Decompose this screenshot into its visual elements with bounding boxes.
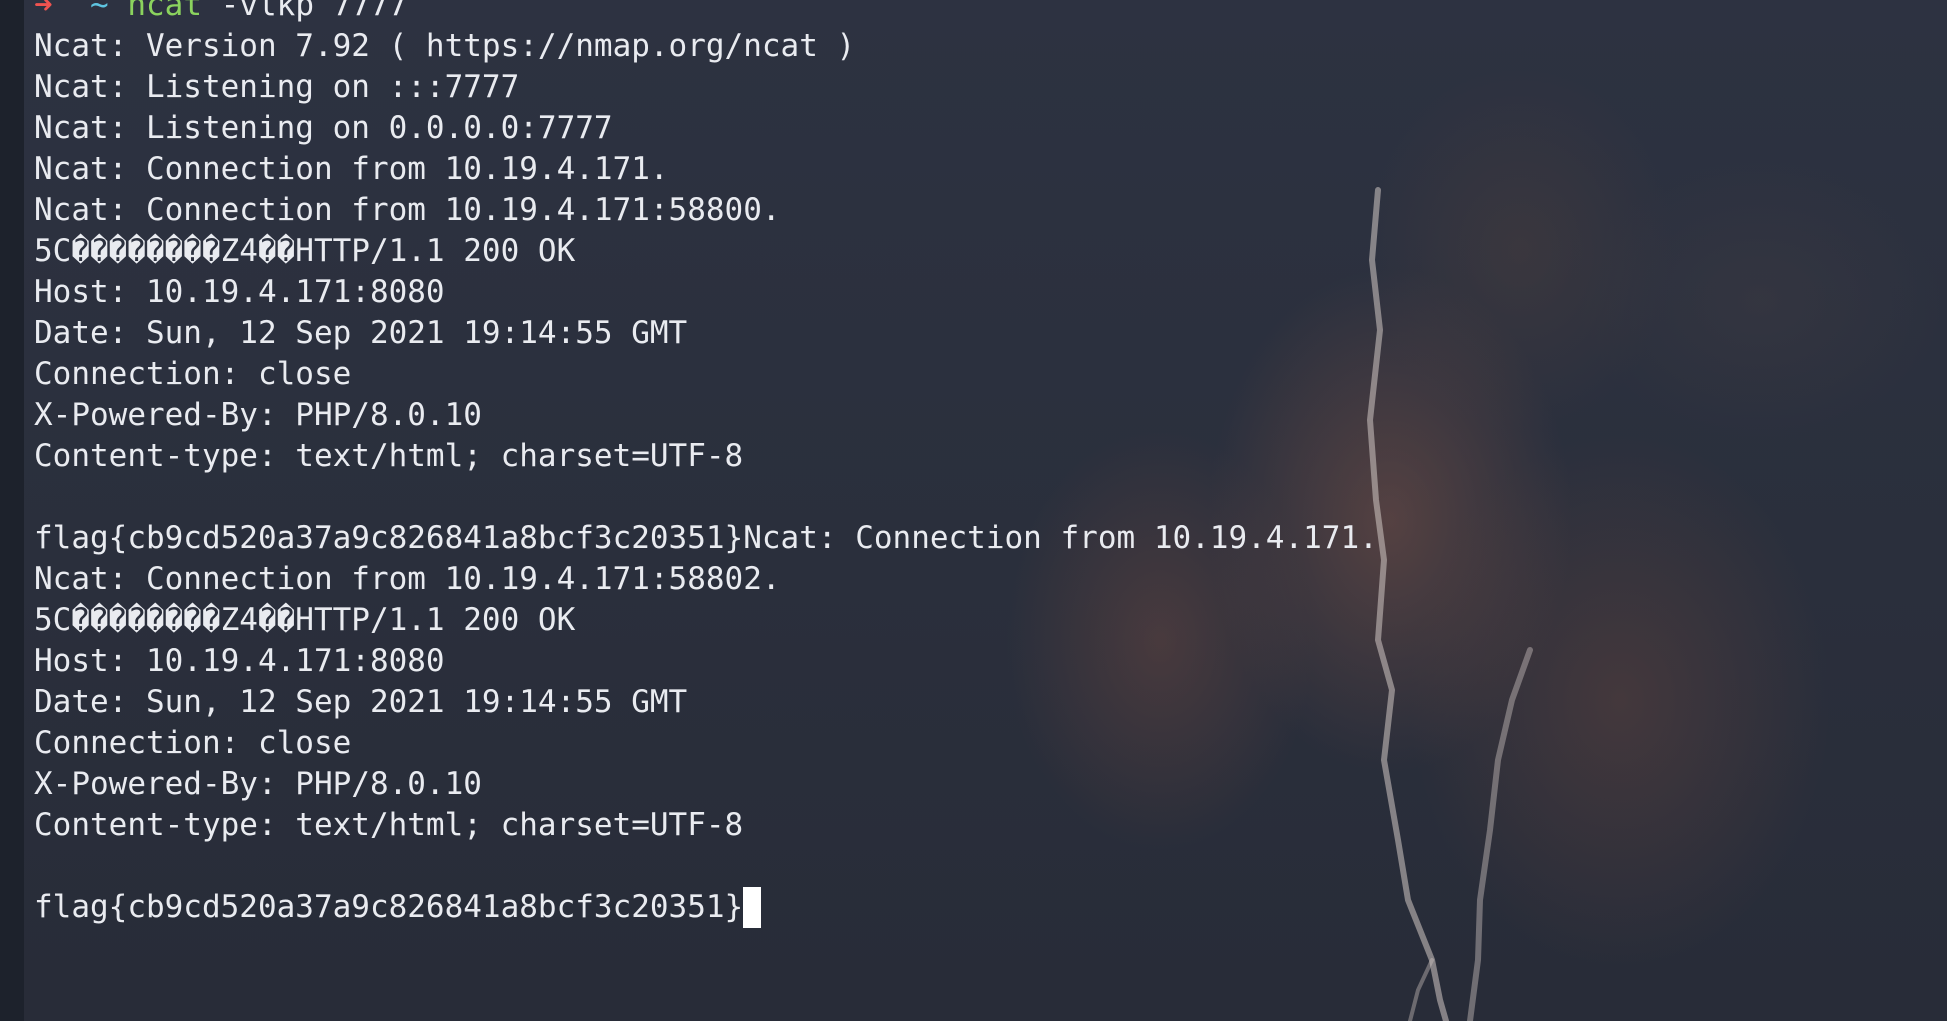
output-line: Host: 10.19.4.171:8080 <box>34 274 445 310</box>
output-line: Ncat: Connection from 10.19.4.171:58802. <box>34 561 781 597</box>
prompt-line: ➜ ~ ncat -vlkp 7777 <box>34 0 1378 26</box>
output-line: Ncat: Listening on 0.0.0.0:7777 <box>34 110 613 146</box>
prompt-args: -vlkp 7777 <box>220 0 408 23</box>
prompt-command: ncat <box>127 0 202 23</box>
prompt-cwd: ~ <box>90 0 109 23</box>
output-line: Host: 10.19.4.171:8080 <box>34 643 445 679</box>
output-line: Date: Sun, 12 Sep 2021 19:14:55 GMT <box>34 684 688 720</box>
output-line: Content-type: text/html; charset=UTF-8 <box>34 807 744 843</box>
output-line: Ncat: Connection from 10.19.4.171:58800. <box>34 192 781 228</box>
output-line: flag{cb9cd520a37a9c826841a8bcf3c20351}Nc… <box>34 520 1378 556</box>
output-line: Connection: close <box>34 356 352 392</box>
output-line: Connection: close <box>34 725 352 761</box>
output-line: 5C��������Z4��HTTP/1.1 200 OK <box>34 602 576 638</box>
output-line: Ncat: Listening on :::7777 <box>34 69 520 105</box>
output-line: Date: Sun, 12 Sep 2021 19:14:55 GMT <box>34 315 688 351</box>
output-line: 5C��������Z4��HTTP/1.1 200 OK <box>34 233 576 269</box>
output-line: X-Powered-By: PHP/8.0.10 <box>34 766 482 802</box>
terminal-window[interactable]: ➜ ~ ncat -vlkp 7777 Ncat: Version 7.92 (… <box>0 0 1947 1021</box>
block-cursor-icon <box>743 887 762 928</box>
prompt-arrow-icon: ➜ <box>34 0 53 23</box>
output-line-with-cursor[interactable]: flag{cb9cd520a37a9c826841a8bcf3c20351} <box>34 887 1378 928</box>
output-line-text: flag{cb9cd520a37a9c826841a8bcf3c20351} <box>34 889 744 925</box>
terminal-output: ➜ ~ ncat -vlkp 7777 Ncat: Version 7.92 (… <box>34 0 1378 928</box>
output-line: Ncat: Version 7.92 ( https://nmap.org/nc… <box>34 28 856 64</box>
window-left-edge <box>0 0 24 1021</box>
output-line: X-Powered-By: PHP/8.0.10 <box>34 397 482 433</box>
output-line: Ncat: Connection from 10.19.4.171. <box>34 151 669 187</box>
output-line: Content-type: text/html; charset=UTF-8 <box>34 438 744 474</box>
